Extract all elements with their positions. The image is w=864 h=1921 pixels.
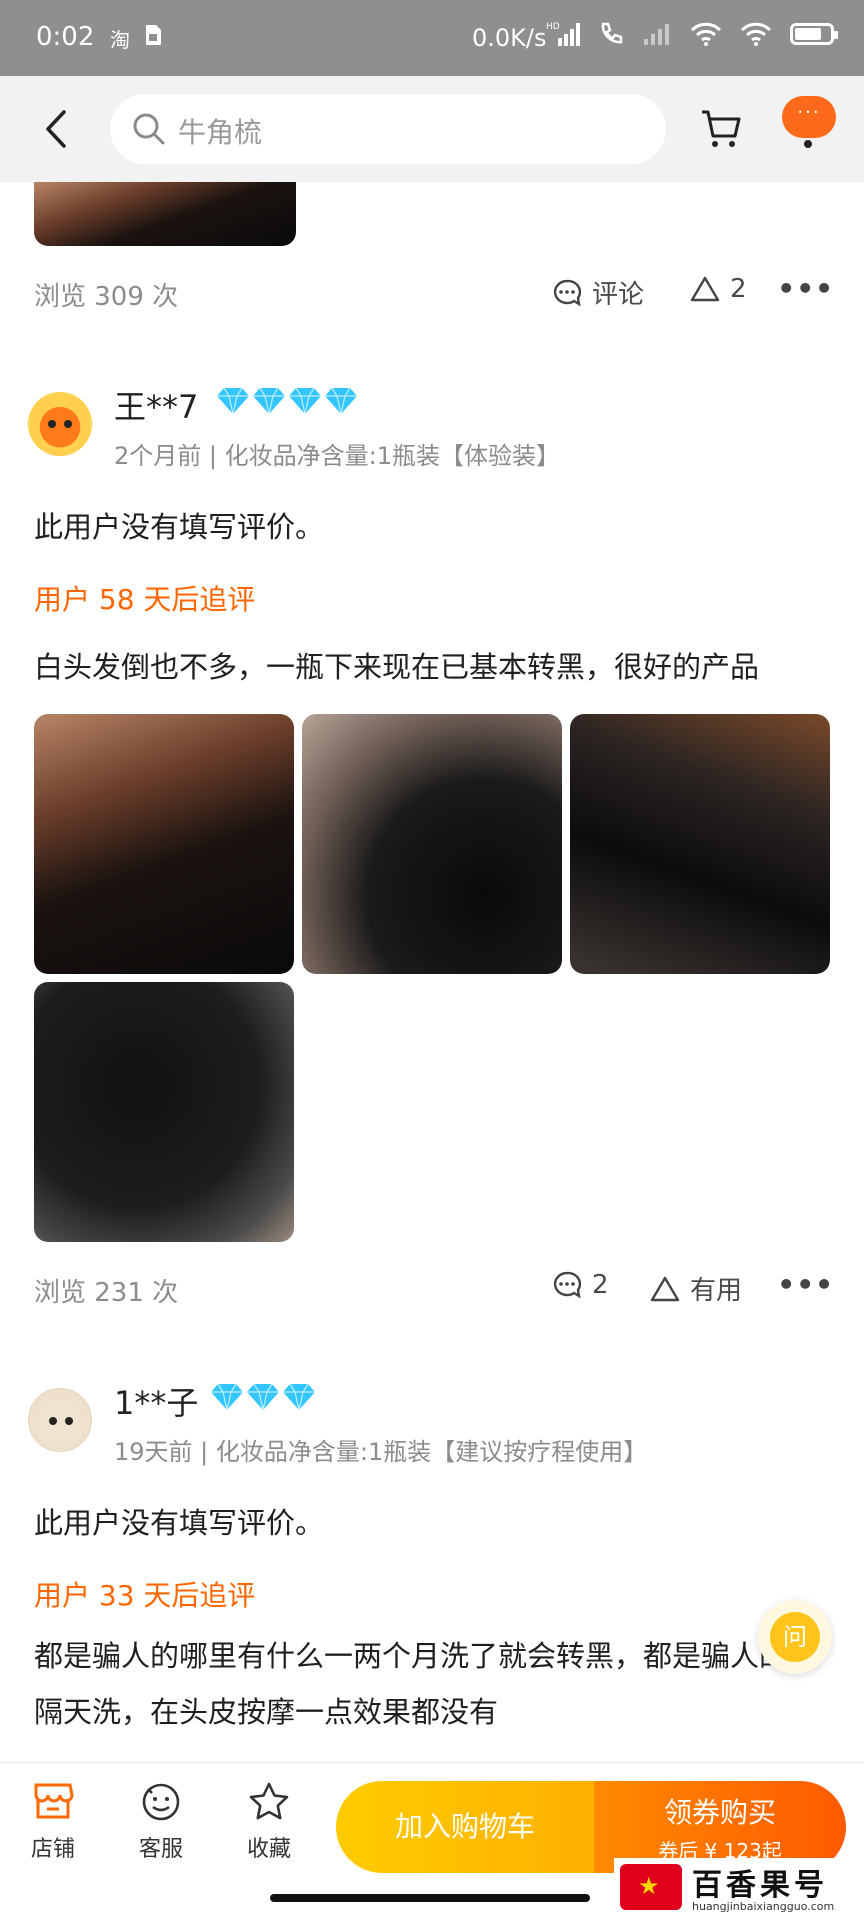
taobao-notification-icon: 淘 [110,28,130,52]
diamond-icon [247,1383,279,1411]
diamond-icon [217,387,249,415]
diamond-icon [325,387,357,415]
review-photo-3[interactable] [570,714,830,974]
avatar[interactable] [28,1388,92,1452]
notification-dot-icon [804,140,812,148]
review-1-meta: 浏览 231 次 2 有用 ••• [0,1266,864,1316]
home-indicator[interactable] [270,1894,590,1902]
useful-label: 有用 [690,1276,743,1306]
followup-label: 用户 33 天后追评 [34,1579,256,1612]
watermark-seal-icon: ★ [620,1864,682,1910]
status-time: 0:02 [36,22,95,52]
ask-question-button[interactable]: 问 [758,1600,832,1674]
review-photo-prev[interactable] [34,182,296,246]
ask-label: 问 [770,1612,820,1662]
user-level-diamonds [210,1382,316,1412]
review-date-spec: 19天前 | 化妆品净含量:1瓶装【建议按疗程使用】 [114,1438,648,1466]
search-icon [133,113,165,145]
cart-icon[interactable] [700,106,742,150]
search-box[interactable]: 牛角梳 [110,94,666,164]
store-icon [34,1783,74,1819]
signal-weak-icon [644,24,669,45]
battery-fill [795,28,821,40]
call-icon [601,22,623,44]
battery-icon [790,23,838,45]
signal-hd-icon: HD [546,22,580,46]
customer-service-button[interactable]: 客服 [126,1781,196,1863]
wifi-icon [690,22,722,46]
store-label: 店铺 [30,1837,75,1862]
more-menu-button[interactable]: ··· [782,96,836,148]
comment-icon [553,279,582,306]
followup-text: 白头发倒也不多，一瓶下来现在已基本转黑，很好的产品 [34,650,760,684]
review-photo-4[interactable] [34,982,294,1242]
useful-button[interactable]: 有用 [650,1270,742,1307]
diamond-icon [283,1383,315,1411]
followup-text: 都是骗人的哪里有什么一两个月洗了就会转黑，都是骗人的，隔天洗，在头皮按摩一点效果… [34,1639,818,1729]
network-speed: 0.0K/s [472,24,547,52]
triangle-like-icon [650,1276,680,1301]
user-level-diamonds [216,386,358,416]
watermark-title: 百香果号 [692,1868,828,1903]
coupon-buy-label: 领券购买 [663,1796,776,1829]
more-options-icon[interactable]: ••• [777,1268,834,1301]
reviewer-name[interactable]: 王**7 [114,382,198,428]
comment-count: 2 [592,1270,609,1300]
comment-icon [553,1271,582,1299]
customer-service-icon [142,1783,180,1821]
review-text: 此用户没有填写评价。 [34,510,325,544]
triangle-like-icon [690,276,720,302]
review-date-spec: 2个月前 | 化妆品净含量:1瓶装【体验装】 [114,442,560,470]
status-right-icons: HD [546,20,838,48]
comment-label: 评论 [592,280,645,310]
more-menu-dots: ··· [797,102,821,123]
review-text: 此用户没有填写评价。 [34,1506,325,1540]
customer-service-label: 客服 [138,1837,183,1862]
review-photo-2[interactable] [302,714,562,974]
reviewer-name[interactable]: 1**子 [114,1378,198,1424]
comment-button[interactable]: 2 [552,1270,609,1300]
more-options-icon[interactable]: ••• [777,272,834,305]
watermark-logo: ★ 百香果号 huangjinbaixiangguo.com [614,1858,864,1920]
status-bar: 0:02 淘 0.0K/s HD [0,0,864,76]
wifi-icon-2 [740,22,772,46]
add-to-cart-button[interactable]: 加入购物车 [336,1781,594,1873]
comment-button[interactable]: 评论 [552,274,644,311]
review-prev-meta: 浏览 309 次 评论 2 ••• [0,270,864,320]
store-button[interactable]: 店铺 [18,1781,88,1863]
status-left-icons: 淘 [110,24,162,53]
favorite-button[interactable]: 收藏 [234,1781,304,1863]
top-navigation-bar: 牛角梳 ··· [0,76,864,182]
like-count: 2 [730,274,747,304]
watermark-url: huangjinbaixiangguo.com [692,1900,835,1913]
back-button[interactable] [38,106,78,152]
diamond-icon [253,387,285,415]
view-count: 浏览 231 次 [34,1278,179,1308]
favorite-label: 收藏 [246,1837,291,1862]
view-count: 浏览 309 次 [34,282,179,312]
like-button[interactable]: 2 [690,274,747,304]
diamond-icon [211,1383,243,1411]
review-photo-1[interactable] [34,714,294,974]
star-icon [249,1782,289,1820]
avatar[interactable] [28,392,92,456]
sim-card-icon [146,25,161,45]
search-placeholder: 牛角梳 [178,116,263,149]
hd-label: HD [546,22,560,32]
diamond-icon [289,387,321,415]
followup-label: 用户 58 天后追评 [34,583,256,616]
